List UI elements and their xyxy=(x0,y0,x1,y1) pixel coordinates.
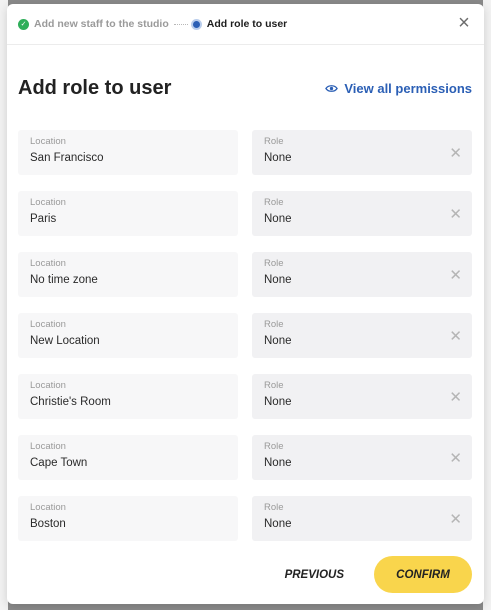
role-label: Role xyxy=(264,502,284,513)
current-step-icon xyxy=(190,18,202,30)
step-add-role: Add role to user xyxy=(190,18,288,30)
role-label: Role xyxy=(264,136,284,147)
location-value: San Francisco xyxy=(30,152,104,164)
role-select[interactable]: Role None ✕ xyxy=(252,374,472,419)
role-select[interactable]: Role None ✕ xyxy=(252,252,472,297)
role-value: None xyxy=(264,457,292,469)
location-label: Location xyxy=(30,319,66,330)
role-label: Role xyxy=(264,380,284,391)
step-label: Add new staff to the studio xyxy=(34,18,169,30)
location-field[interactable]: Location Paris xyxy=(18,191,238,236)
eye-icon xyxy=(325,85,339,92)
role-select[interactable]: Role None ✕ xyxy=(252,313,472,358)
location-value: Christie's Room xyxy=(30,396,111,408)
step-add-staff[interactable]: ✓ Add new staff to the studio xyxy=(18,18,169,30)
location-label: Location xyxy=(30,136,66,147)
clear-icon[interactable]: ✕ xyxy=(449,388,462,406)
role-value: None xyxy=(264,213,292,225)
role-label: Role xyxy=(264,258,284,269)
role-select[interactable]: Role None ✕ xyxy=(252,130,472,175)
location-value: Paris xyxy=(30,213,57,225)
role-row: Location Paris Role None ✕ xyxy=(18,191,472,236)
location-field[interactable]: Location New Location xyxy=(18,313,238,358)
location-value: Boston xyxy=(30,518,66,530)
location-field[interactable]: Location San Francisco xyxy=(18,130,238,175)
confirm-button[interactable]: CONFIRM xyxy=(374,556,472,593)
location-field[interactable]: Location No time zone xyxy=(18,252,238,297)
location-label: Location xyxy=(30,380,66,391)
location-field[interactable]: Location Cape Town xyxy=(18,435,238,480)
role-rows: Location San Francisco Role None ✕ Locat… xyxy=(18,130,472,557)
check-icon: ✓ xyxy=(18,18,29,30)
previous-button[interactable]: PREVIOUS xyxy=(285,569,344,581)
role-row: Location Cape Town Role None ✕ xyxy=(18,435,472,480)
step-separator xyxy=(173,23,188,25)
role-value: None xyxy=(264,274,292,286)
close-icon[interactable]: × xyxy=(456,13,472,33)
clear-icon[interactable]: ✕ xyxy=(449,510,462,528)
clear-icon[interactable]: ✕ xyxy=(449,205,462,223)
step-label: Add role to user xyxy=(206,18,288,30)
location-field[interactable]: Location Boston xyxy=(18,496,238,541)
clear-icon[interactable]: ✕ xyxy=(449,144,462,162)
page-title: Add role to user xyxy=(18,77,172,99)
role-label: Role xyxy=(264,197,284,208)
clear-icon[interactable]: ✕ xyxy=(449,449,462,467)
clear-icon[interactable]: ✕ xyxy=(449,266,462,284)
role-value: None xyxy=(264,335,292,347)
header-row: Add role to user View all permissions xyxy=(18,77,472,100)
location-label: Location xyxy=(30,258,66,269)
role-value: None xyxy=(264,518,292,530)
stepper: ✓ Add new staff to the studio Add role t… xyxy=(7,4,484,45)
location-value: New Location xyxy=(30,335,100,347)
location-field[interactable]: Location Christie's Room xyxy=(18,374,238,419)
role-value: None xyxy=(264,396,292,408)
role-value: None xyxy=(264,152,292,164)
role-row: Location No time zone Role None ✕ xyxy=(18,252,472,297)
location-label: Location xyxy=(30,502,66,513)
background-page-right xyxy=(483,0,491,610)
role-row: Location San Francisco Role None ✕ xyxy=(18,130,472,175)
modal-footer: PREVIOUS CONFIRM xyxy=(285,556,472,593)
role-label: Role xyxy=(264,319,284,330)
location-label: Location xyxy=(30,197,66,208)
add-role-modal: ✓ Add new staff to the studio Add role t… xyxy=(7,4,484,604)
view-all-permissions-label: View all permissions xyxy=(344,81,472,96)
location-value: No time zone xyxy=(30,274,98,286)
role-label: Role xyxy=(264,441,284,452)
role-row: Location Christie's Room Role None ✕ xyxy=(18,374,472,419)
clear-icon[interactable]: ✕ xyxy=(449,327,462,345)
role-row: Location Boston Role None ✕ xyxy=(18,496,472,541)
location-label: Location xyxy=(30,441,66,452)
location-value: Cape Town xyxy=(30,457,88,469)
view-all-permissions-link[interactable]: View all permissions xyxy=(325,81,472,96)
role-select[interactable]: Role None ✕ xyxy=(252,496,472,541)
role-select[interactable]: Role None ✕ xyxy=(252,191,472,236)
role-row: Location New Location Role None ✕ xyxy=(18,313,472,358)
role-select[interactable]: Role None ✕ xyxy=(252,435,472,480)
